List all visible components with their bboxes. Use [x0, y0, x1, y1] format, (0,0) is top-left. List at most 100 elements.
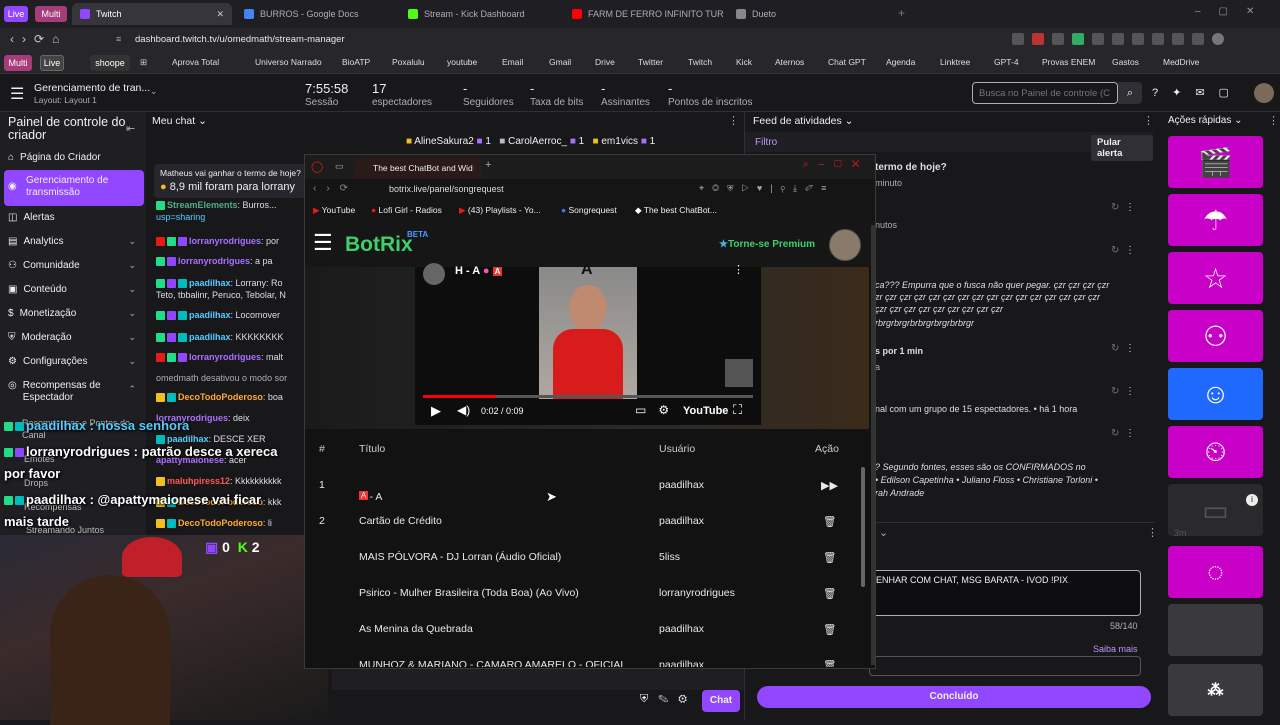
- bm-multi[interactable]: Multi: [4, 55, 32, 71]
- chevron-down-icon[interactable]: ⌄: [128, 356, 136, 367]
- botrix-logo[interactable]: BotRix: [345, 233, 413, 257]
- chevron-down-icon[interactable]: ⌄: [128, 308, 136, 319]
- trash-icon[interactable]: 🗑: [823, 515, 836, 528]
- timer-icon[interactable]: ⏲: [1168, 426, 1263, 478]
- play-icon[interactable]: ▶: [431, 403, 441, 419]
- add-user-icon[interactable]: ⚇: [1168, 310, 1263, 362]
- close-icon[interactable]: ✕: [216, 9, 224, 20]
- sidebar-item-analytics[interactable]: ▤ Analytics: [8, 236, 63, 247]
- fullscreen-icon[interactable]: ⛶: [733, 402, 742, 418]
- bookmark[interactable]: Twitch: [688, 57, 712, 67]
- skip-icon[interactable]: ▶▶: [821, 479, 838, 492]
- ad-icon[interactable]: ☂: [1168, 194, 1263, 246]
- bookmark[interactable]: Kick: [736, 57, 752, 67]
- sidebar-item-settings[interactable]: ⚙ Configurações: [8, 356, 87, 367]
- song-row[interactable]: MAIS PÓLVORA - DJ Lorran (Áudio Oficial)…: [305, 539, 857, 575]
- nav-buttons[interactable]: ‹›⟳: [313, 183, 358, 194]
- stream-title-field[interactable]: ENHAR COM CHAT, MSG BARATA - IVOD !PIX: [869, 570, 1141, 616]
- category-field[interactable]: [869, 656, 1141, 676]
- page-scrollbar[interactable]: [871, 225, 875, 665]
- empty-slot[interactable]: [1168, 604, 1263, 656]
- chevron-down-icon[interactable]: ⌄: [879, 526, 888, 539]
- bookmark[interactable]: Aternos: [775, 57, 804, 67]
- bm-shoope[interactable]: shoope: [90, 55, 130, 71]
- opera-icon[interactable]: ◯: [311, 160, 323, 173]
- chevron-down-icon[interactable]: ⌄: [128, 284, 136, 295]
- menu-icon[interactable]: ☰: [10, 84, 24, 104]
- prime-icon[interactable]: ⁂: [1168, 664, 1263, 716]
- bookmark[interactable]: Twitter: [638, 57, 663, 67]
- trash-icon[interactable]: 🗑: [823, 587, 836, 600]
- bookmark[interactable]: Gmail: [549, 57, 571, 67]
- replay-icon[interactable]: ↻ ⋮: [1111, 386, 1135, 397]
- bookmark[interactable]: Gastos: [1112, 57, 1139, 67]
- skip-alert-button[interactable]: Pular alerta: [1091, 135, 1153, 161]
- collapse-icon[interactable]: ⇤: [126, 122, 135, 135]
- bookmark[interactable]: Drive: [595, 57, 615, 67]
- live-pill[interactable]: Live: [4, 6, 28, 22]
- bookmark[interactable]: Provas ENEM: [1042, 57, 1095, 67]
- popup-extension-icons[interactable]: ⌖◎⛨▷♥|⚲⤓✐≡: [699, 183, 834, 194]
- replay-icon[interactable]: ↻ ⋮: [1111, 202, 1135, 213]
- volume-icon[interactable]: ◀): [457, 403, 470, 417]
- bookmark[interactable]: GPT-4: [994, 57, 1019, 67]
- chevron-down-icon[interactable]: ⌄: [128, 236, 136, 247]
- table-scrollbar[interactable]: [861, 467, 865, 587]
- replay-icon[interactable]: ↻ ⋮: [1111, 245, 1135, 256]
- bookmark[interactable]: Agenda: [886, 57, 915, 67]
- learn-more-link[interactable]: Saiba mais: [1093, 644, 1138, 654]
- tab-youtube[interactable]: FARM DE FERRO INFINITO TURBI...: [564, 3, 724, 25]
- feed-title[interactable]: Feed de atividades ⌄: [753, 115, 853, 127]
- tab-twitch[interactable]: Twitch ✕: [72, 3, 232, 25]
- header-icons[interactable]: ?✦✉▢: [1152, 86, 1243, 99]
- more-icon[interactable]: ⋮: [1143, 114, 1154, 127]
- new-tab-icon[interactable]: +: [485, 159, 491, 171]
- sidebar-item-moderation[interactable]: ⛨ Moderação: [8, 332, 72, 343]
- window-controls[interactable]: –▢✕: [1195, 6, 1272, 17]
- avatar[interactable]: [1254, 83, 1274, 103]
- quick-actions-title[interactable]: Ações rápidas ⌄: [1168, 115, 1243, 126]
- done-button[interactable]: Concluído: [757, 686, 1151, 708]
- bookmark[interactable]: MedDrive: [1163, 57, 1199, 67]
- tab-google-docs[interactable]: BURROS - Google Docs: [236, 3, 396, 25]
- tabs-icon[interactable]: ▭: [335, 161, 344, 172]
- bookmark[interactable]: Linktree: [940, 57, 970, 67]
- nav-buttons[interactable]: ‹›⟳⌂: [10, 32, 67, 46]
- more-icon[interactable]: ⋮: [1268, 114, 1279, 127]
- popup-url[interactable]: botrix.live/panel/songrequest: [389, 184, 504, 194]
- info-icon[interactable]: i: [1246, 494, 1258, 506]
- video-progress-track[interactable]: [423, 395, 753, 398]
- bookmark[interactable]: BioATP: [342, 57, 370, 67]
- chat-tools-icons[interactable]: ⛨✎⚙: [640, 693, 697, 706]
- pinned-prediction[interactable]: Matheus vai ganhar o termo de hoje? ● 8,…: [154, 164, 306, 198]
- player-settings-icons[interactable]: ▭⚙: [635, 403, 681, 417]
- chevron-down-icon[interactable]: ⌄: [128, 332, 136, 343]
- bookmark[interactable]: Email: [502, 57, 523, 67]
- trash-icon[interactable]: 🗑: [823, 551, 836, 564]
- tab-kick[interactable]: Stream - Kick Dashboard: [400, 3, 560, 25]
- bookmark[interactable]: youtube: [447, 57, 477, 67]
- replay-icon[interactable]: ↻ ⋮: [1111, 343, 1135, 354]
- sidebar-item-community[interactable]: ⚇ Comunidade: [8, 260, 80, 271]
- window-controls[interactable]: ⌕–▢✕: [803, 159, 869, 170]
- trash-icon[interactable]: 🗑: [823, 659, 836, 667]
- bookmark[interactable]: Universo Narrado: [255, 57, 322, 67]
- sidebar-item-rewards[interactable]: ◎ Recompensas de Espectador: [8, 380, 109, 404]
- more-icon[interactable]: ⋮: [728, 114, 739, 127]
- apps-icon[interactable]: ⊞: [140, 57, 147, 68]
- more-icon[interactable]: ⋮: [733, 263, 744, 276]
- bookmark[interactable]: Aprova Total: [172, 57, 219, 67]
- chevron-down-icon[interactable]: ⌄: [150, 86, 158, 97]
- bm-live[interactable]: Live: [40, 55, 64, 71]
- url-field[interactable]: dashboard.twitch.tv/u/omedmath/stream-ma…: [135, 34, 345, 45]
- search-icon[interactable]: ⌕: [1118, 82, 1142, 104]
- filter-button[interactable]: Filtro: [755, 137, 777, 148]
- sidebar-item-monetization[interactable]: $ Monetização: [8, 308, 76, 319]
- sidebar-item-creator-page[interactable]: ⌂ Página do Criador: [8, 152, 101, 163]
- trash-icon[interactable]: 🗑: [823, 623, 836, 636]
- star-icon[interactable]: ☆: [1168, 252, 1263, 304]
- clip-icon[interactable]: 🎬: [1168, 136, 1263, 188]
- song-row[interactable]: MUNHOZ & MARIANO - CAMARO AMARELO - OFIC…: [305, 647, 857, 667]
- chat-title[interactable]: Meu chat ⌄: [152, 115, 207, 127]
- song-row[interactable]: 1H - A ● Apaadilhax▶▶: [305, 467, 857, 503]
